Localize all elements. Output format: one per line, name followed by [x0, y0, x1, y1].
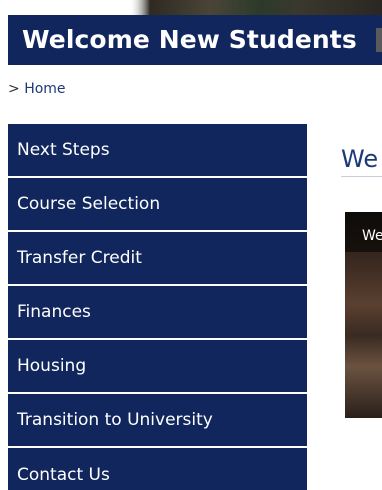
- sidebar-item-contact-us[interactable]: Contact Us: [8, 448, 307, 490]
- video-title: We: [362, 228, 382, 244]
- breadcrumb-separator: >: [8, 81, 20, 97]
- page-heading: We: [341, 145, 379, 173]
- breadcrumb: > Home: [8, 81, 66, 97]
- sidebar-item-transfer-credit[interactable]: Transfer Credit: [8, 232, 307, 286]
- sidebar-item-next-steps[interactable]: Next Steps: [8, 124, 307, 178]
- site-banner: Welcome New Students: [8, 15, 382, 65]
- sidebar-item-finances[interactable]: Finances: [8, 286, 307, 340]
- banner-edge-decoration: [376, 28, 382, 52]
- video-player[interactable]: We: [345, 212, 382, 418]
- breadcrumb-home-link[interactable]: Home: [24, 81, 65, 97]
- page: Welcome New Students > Home Next Steps C…: [0, 0, 382, 490]
- sidebar-item-course-selection[interactable]: Course Selection: [8, 178, 307, 232]
- header-photo: [0, 0, 382, 15]
- sidebar-item-transition-to-university[interactable]: Transition to University: [8, 394, 307, 448]
- heading-divider: [341, 176, 382, 177]
- banner-title: Welcome New Students: [22, 25, 357, 54]
- sidebar-item-housing[interactable]: Housing: [8, 340, 307, 394]
- sidebar-nav: Next Steps Course Selection Transfer Cre…: [8, 124, 307, 490]
